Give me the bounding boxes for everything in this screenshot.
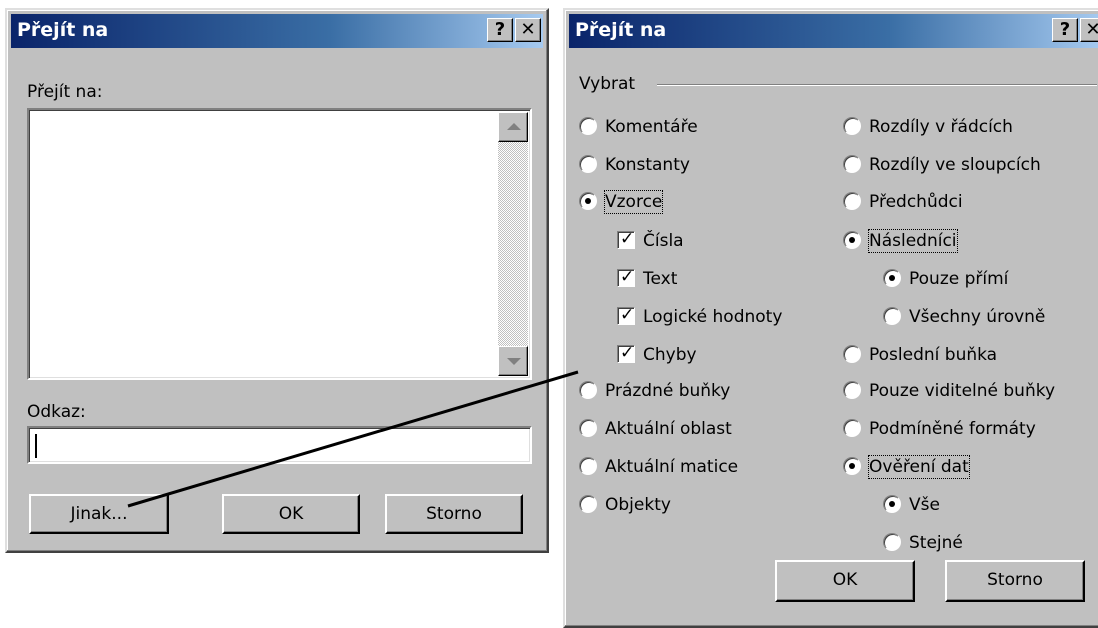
radio-icon[interactable] bbox=[843, 345, 861, 363]
check-mark-icon: ✓ bbox=[620, 305, 635, 325]
radio-dot-icon bbox=[849, 237, 855, 243]
option-label: Pouze viditelné buňky bbox=[869, 381, 1056, 401]
option-label: Poslední buňka bbox=[869, 345, 998, 365]
select-group-label: Vybrat bbox=[579, 74, 636, 94]
radio-icon[interactable] bbox=[579, 495, 597, 513]
radio-selected-icon[interactable] bbox=[883, 269, 901, 287]
option-label: Konstanty bbox=[605, 155, 690, 175]
listbox-scrollbar[interactable] bbox=[498, 112, 528, 376]
radio-selected-icon[interactable] bbox=[579, 192, 597, 210]
check-mark-icon: ✓ bbox=[620, 343, 635, 363]
option-label: Ověření dat bbox=[868, 455, 970, 479]
special-button[interactable]: Jinak... bbox=[29, 494, 169, 534]
help-button[interactable]: ? bbox=[1052, 18, 1078, 42]
goto-special-titlebar[interactable]: Přejít na ? ✕ bbox=[569, 14, 1098, 48]
radio-icon[interactable] bbox=[843, 192, 861, 210]
goto-dialog-titlebar[interactable]: Přejít na ? ✕ bbox=[11, 14, 543, 48]
radio-dot-icon bbox=[889, 501, 895, 507]
radio-icon[interactable] bbox=[883, 307, 901, 325]
cancel-button[interactable]: Storno bbox=[945, 560, 1085, 602]
reference-label: Odkaz: bbox=[27, 402, 86, 422]
scroll-down-button[interactable] bbox=[498, 346, 528, 376]
dialog-title: Přejít na bbox=[575, 19, 667, 41]
option-label: Text bbox=[643, 269, 678, 289]
help-button[interactable]: ? bbox=[487, 18, 513, 42]
radio-icon[interactable] bbox=[579, 117, 597, 135]
option-label: Předchůdci bbox=[869, 192, 963, 212]
radio-dot-icon bbox=[849, 463, 855, 469]
radio-icon[interactable] bbox=[843, 419, 861, 437]
radio-selected-icon[interactable] bbox=[843, 457, 861, 475]
text-caret bbox=[35, 434, 37, 458]
radio-icon[interactable] bbox=[579, 381, 597, 399]
scroll-up-button[interactable] bbox=[498, 112, 528, 142]
radio-dot-icon bbox=[585, 198, 591, 204]
close-button[interactable]: ✕ bbox=[515, 18, 541, 42]
option-label: Rozdíly ve sloupcích bbox=[869, 155, 1041, 175]
option-label: Vše bbox=[909, 495, 940, 515]
goto-special-dialog: Přejít na ? ✕ Vybrat OK Storno Komentáře… bbox=[563, 8, 1098, 628]
radio-icon[interactable] bbox=[883, 533, 901, 551]
radio-selected-icon[interactable] bbox=[883, 495, 901, 513]
checkbox-checked-icon[interactable]: ✓ bbox=[617, 267, 635, 287]
option-label: Aktuální matice bbox=[605, 457, 739, 477]
option-label: Všechny úrovně bbox=[909, 307, 1046, 327]
cancel-button[interactable]: Storno bbox=[385, 494, 523, 534]
option-label: Logické hodnoty bbox=[643, 307, 783, 327]
radio-selected-icon[interactable] bbox=[843, 231, 861, 249]
option-label: Prázdné buňky bbox=[605, 381, 731, 401]
radio-icon[interactable] bbox=[579, 457, 597, 475]
option-label: Podmíněné formáty bbox=[869, 419, 1036, 439]
goto-label: Přejít na: bbox=[27, 82, 103, 102]
option-label: Aktuální oblast bbox=[605, 419, 732, 439]
checkbox-checked-icon[interactable]: ✓ bbox=[617, 343, 635, 363]
checkbox-checked-icon[interactable]: ✓ bbox=[617, 229, 635, 249]
option-label: Rozdíly v řádcích bbox=[869, 117, 1013, 137]
option-label: Vzorce bbox=[603, 190, 664, 214]
arrow-up-icon bbox=[507, 123, 521, 130]
option-label: Komentáře bbox=[605, 117, 698, 137]
checkbox-checked-icon[interactable]: ✓ bbox=[617, 305, 635, 325]
option-label: Pouze přímí bbox=[909, 269, 1009, 289]
arrow-down-icon bbox=[507, 358, 521, 365]
check-mark-icon: ✓ bbox=[620, 229, 635, 249]
group-divider bbox=[657, 84, 1097, 86]
radio-icon[interactable] bbox=[843, 117, 861, 135]
option-label: Čísla bbox=[643, 231, 684, 251]
ok-button[interactable]: OK bbox=[775, 560, 915, 602]
goto-dialog: Přejít na ? ✕ Přejít na: Odkaz: Jinak...… bbox=[5, 8, 549, 553]
option-label: Chyby bbox=[643, 345, 697, 365]
close-button[interactable]: ✕ bbox=[1080, 18, 1098, 42]
dialog-title: Přejít na bbox=[17, 19, 109, 41]
option-label: Objekty bbox=[605, 495, 671, 515]
reference-input[interactable] bbox=[27, 426, 532, 464]
radio-icon[interactable] bbox=[843, 381, 861, 399]
option-label: Stejné bbox=[909, 533, 963, 553]
ok-button[interactable]: OK bbox=[222, 494, 360, 534]
goto-listbox[interactable] bbox=[27, 108, 532, 380]
radio-icon[interactable] bbox=[579, 155, 597, 173]
radio-dot-icon bbox=[889, 275, 895, 281]
option-label: Následníci bbox=[868, 229, 958, 253]
check-mark-icon: ✓ bbox=[620, 267, 635, 287]
radio-icon[interactable] bbox=[843, 155, 861, 173]
radio-icon[interactable] bbox=[579, 419, 597, 437]
